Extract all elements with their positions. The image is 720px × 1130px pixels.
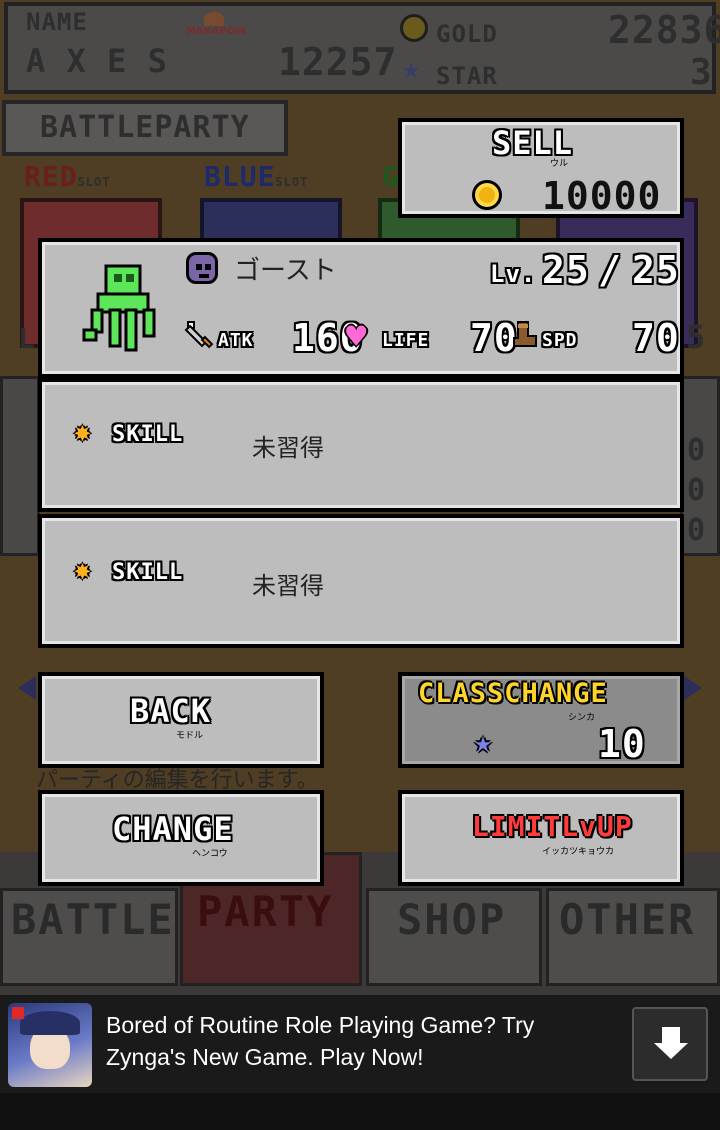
change-label: CHANGE [112, 810, 234, 848]
star-icon: ★ [474, 725, 493, 760]
gold-coin-icon [400, 14, 428, 42]
player-header: NAME A X E S MAKAPOW 12257 GOLD 22836 ★ … [4, 2, 720, 94]
skill-burst-icon: ✸ [74, 415, 91, 448]
monster-name: ゴースト [234, 256, 337, 286]
limit-lv-up-button[interactable]: LIMITLvUP イッカツキョウカ [398, 790, 684, 886]
player-name: A X E S [26, 42, 168, 80]
gold-coin-icon [472, 180, 502, 210]
side-letter-left: L [18, 322, 36, 355]
tab-battle[interactable]: BATTLE [0, 888, 178, 986]
class-change-button[interactable]: CLASSCHANGE シンカ ★ 10 [398, 672, 684, 768]
change-sub: ヘンコウ [192, 849, 228, 859]
tab-shop-label: SHOP [397, 895, 507, 944]
ad-app-icon[interactable] [8, 1003, 92, 1087]
tab-other-label: OTHER [559, 895, 696, 944]
side-number-right: 5 [686, 318, 707, 356]
sword-icon [184, 320, 216, 352]
bottom-bar [0, 1093, 720, 1130]
level-label: Lv. [490, 260, 537, 288]
blue-slot-label: BLUESLOT [204, 160, 309, 193]
makapow-text: MAKAPOW [186, 26, 247, 37]
tab-other[interactable]: OTHER [546, 888, 720, 986]
right-bg-digits: 000 [687, 433, 707, 548]
skill-value: 未習得 [252, 434, 324, 462]
tab-battle-label: BATTLE [11, 895, 175, 944]
change-button[interactable]: CHANGE ヘンコウ [38, 790, 324, 886]
sell-sub: ウル [550, 159, 569, 169]
scroll-right-arrow[interactable] [684, 676, 702, 700]
player-id: 12257 [278, 40, 398, 84]
star-label: STAR [436, 62, 498, 90]
red-slot-label: REDSLOT [24, 160, 111, 193]
gold-label: GOLD [436, 20, 498, 48]
gold-value: 22836 [608, 8, 720, 52]
name-label: NAME [26, 8, 88, 36]
skill-burst-icon: ✸ [74, 553, 91, 586]
class-change-label: CLASSCHANGE [418, 678, 608, 709]
ad-banner[interactable]: Bored of Routine Role Playing Game? Try … [0, 995, 720, 1093]
skill-slot-2[interactable]: ✸ SKILL 未習得 [38, 514, 684, 648]
skill-slot-1[interactable]: ✸ SKILL 未習得 [38, 378, 684, 512]
star-icon: ★ [402, 51, 421, 86]
level-current: 25 [542, 248, 590, 292]
atk-label: ATK [218, 330, 254, 351]
ghost-monster-icon [78, 260, 168, 356]
skill-label: SKILL [112, 560, 184, 585]
limit-lv-up-sub: イッカツキョウカ [542, 847, 615, 857]
battle-party-tag: BATTLEPARTY [2, 100, 288, 156]
back-button[interactable]: BACK モドル [38, 672, 324, 768]
left-bg-panel [0, 376, 40, 556]
heart-icon: ♥ [346, 317, 367, 357]
level-max: 25 [632, 248, 680, 292]
star-value: 3 [690, 52, 713, 93]
spd-value: 70 [632, 316, 680, 360]
sell-button[interactable]: SELL ウル 10000 [398, 118, 684, 218]
makapow-logo: MAKAPOW [186, 12, 254, 42]
back-sub: モドル [176, 731, 204, 741]
class-change-sub: シンカ [568, 713, 596, 723]
battle-party-label: BATTLEPARTY [40, 110, 250, 145]
life-label: LIFE [382, 330, 430, 351]
boot-icon [510, 320, 540, 350]
ad-text[interactable]: Bored of Routine Role Playing Game? Try … [106, 1009, 606, 1073]
ghost-type-skull-icon [186, 252, 218, 284]
level-separator: / [598, 248, 622, 292]
ad-download-button[interactable] [632, 1007, 708, 1081]
tab-shop[interactable]: SHOP [366, 888, 542, 986]
class-change-cost: 10 [598, 722, 646, 766]
spd-label: SPD [542, 330, 578, 351]
tab-party-label: PARTY [197, 887, 334, 936]
skill-label: SKILL [112, 422, 184, 447]
back-label: BACK [130, 692, 212, 730]
download-arrow-icon [662, 1027, 680, 1043]
right-bg-panel: 000 [680, 376, 720, 556]
monster-info-panel: ゴースト Lv. 25 / 25 ATK 160 ♥ LIFE 70 SPD 7… [38, 238, 684, 378]
limit-lv-up-label: LIMITLvUP [472, 810, 633, 843]
scroll-left-arrow[interactable] [18, 676, 36, 700]
sell-value: 10000 [542, 174, 662, 218]
skill-value: 未習得 [252, 572, 324, 600]
